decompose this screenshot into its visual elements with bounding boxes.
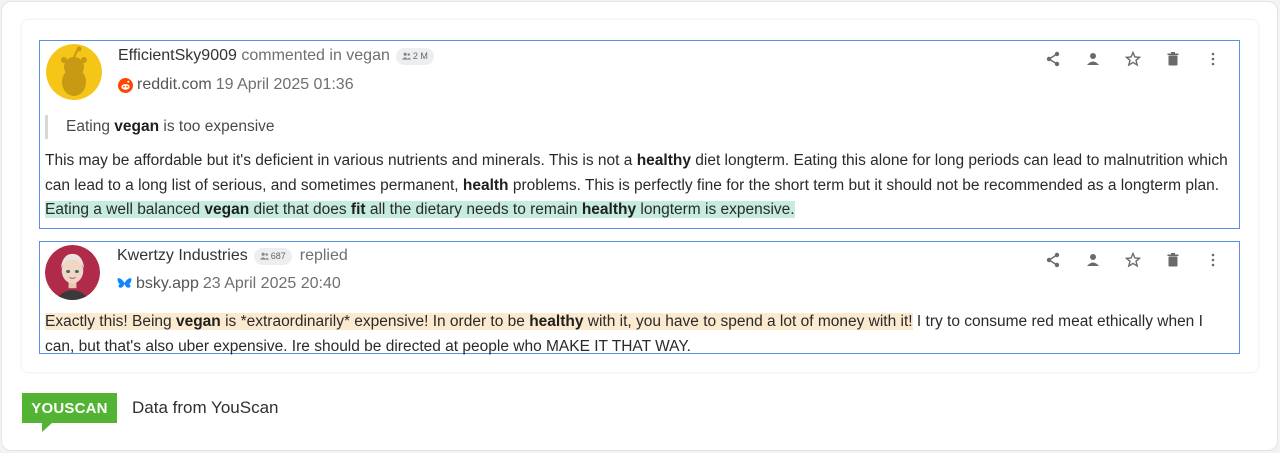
post-date: 19 April 2025 01:36 <box>215 76 354 93</box>
favorite-button[interactable] <box>1113 49 1153 69</box>
share-button[interactable] <box>1033 250 1073 270</box>
highlighted-sentence: Eating a well balanced vegan diet that d… <box>45 201 795 218</box>
highlighted-sentence: Exactly this! Being vegan is *extraordin… <box>45 313 913 330</box>
post-text: Exactly this! Being vegan is *extraordin… <box>45 313 1203 355</box>
more-button[interactable] <box>1193 49 1233 69</box>
post-header: Kwertzy Industries 687 replied <box>117 247 348 265</box>
post-date: 23 April 2025 20:40 <box>202 275 341 292</box>
author-button[interactable] <box>1073 250 1113 270</box>
footer-credit: Data from YouScan <box>132 398 279 417</box>
followers-count: 2 M <box>412 51 428 61</box>
share-icon <box>1046 252 1060 268</box>
mention-card[interactable]: Kwertzy Industries 687 replied bsky.app … <box>39 241 1240 355</box>
share-button[interactable] <box>1033 49 1073 69</box>
followers-badge: 687 <box>253 247 292 265</box>
post-action: replied <box>299 247 348 264</box>
share-icon <box>1046 51 1060 67</box>
star-icon <box>1125 252 1141 268</box>
mention-card[interactable]: EfficientSky9009 commented in vegan 2 M … <box>39 40 1240 229</box>
author-name[interactable]: Kwertzy Industries <box>117 247 248 265</box>
youscan-logo: YOUSCAN <box>22 393 117 423</box>
source-link[interactable]: reddit.com <box>137 76 212 94</box>
post-text: This may be affordable but it's deficien… <box>45 152 1228 218</box>
favorite-button[interactable] <box>1113 250 1153 270</box>
people-icon <box>401 52 411 60</box>
delete-button[interactable] <box>1153 250 1193 270</box>
more-icon <box>1211 253 1215 267</box>
post-meta: reddit.com 19 April 2025 01:36 <box>118 76 354 94</box>
avatar[interactable] <box>45 245 100 300</box>
followers-badge: 2 M <box>395 47 434 65</box>
avatar[interactable] <box>46 44 102 100</box>
author-name[interactable]: EfficientSky9009 <box>118 47 237 65</box>
person-icon <box>1087 53 1099 65</box>
delete-button[interactable] <box>1153 49 1193 69</box>
star-icon <box>1125 51 1141 67</box>
post-actions <box>1033 250 1233 270</box>
more-icon <box>1211 52 1215 66</box>
trash-icon <box>1167 52 1179 66</box>
people-icon <box>259 252 269 260</box>
post-action: commented in vegan <box>241 47 390 64</box>
bluesky-icon <box>117 277 132 292</box>
author-button[interactable] <box>1073 49 1113 69</box>
post-header: EfficientSky9009 commented in vegan 2 M <box>118 47 434 65</box>
person-icon <box>1087 254 1099 266</box>
post-actions <box>1033 49 1233 69</box>
logo-tail <box>42 423 52 432</box>
quoted-parent: Eating vegan is too expensive <box>45 115 275 139</box>
trash-icon <box>1167 253 1179 267</box>
post-meta: bsky.app 23 April 2025 20:40 <box>117 275 341 293</box>
source-link[interactable]: bsky.app <box>136 275 199 293</box>
more-button[interactable] <box>1193 250 1233 270</box>
followers-count: 687 <box>270 251 286 261</box>
reddit-icon <box>118 77 133 93</box>
